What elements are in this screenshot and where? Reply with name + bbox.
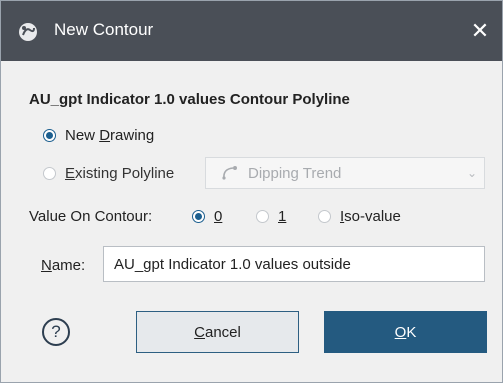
cancel-button[interactable]: Cancel [136, 311, 299, 353]
close-button[interactable]: ✕ [458, 1, 502, 61]
radio-label: 0 [214, 208, 223, 225]
help-icon: ? [51, 322, 61, 341]
radio-indicator[interactable] [318, 210, 331, 223]
radio-existing-polyline[interactable]: Existing Polyline [43, 165, 174, 182]
new-contour-dialog: New Contour ✕ AU_gpt Indicator 1.0 value… [0, 0, 503, 383]
radio-indicator-checked[interactable] [192, 210, 205, 223]
name-label: Name: [41, 257, 86, 274]
radio-new-drawing[interactable]: New Drawing [43, 127, 154, 144]
contour-app-icon [19, 23, 37, 41]
name-input[interactable] [103, 246, 485, 282]
title-bar[interactable]: New Contour ✕ [1, 1, 502, 61]
radio-label: Iso-value [340, 208, 401, 225]
radio-indicator[interactable] [43, 167, 56, 180]
radio-value-0[interactable]: 0 [192, 208, 222, 225]
radio-value-1[interactable]: 1 [256, 208, 286, 225]
radio-label: 1 [278, 208, 287, 225]
polyline-select[interactable]: Dipping Trend ⌄ [205, 157, 485, 189]
close-icon: ✕ [470, 18, 490, 43]
radio-indicator[interactable] [256, 210, 269, 223]
polyline-select-value: Dipping Trend [248, 164, 342, 182]
ok-label: OK [394, 323, 417, 341]
radio-iso-value[interactable]: Iso-value [318, 208, 401, 225]
chevron-down-icon: ⌄ [466, 166, 478, 180]
dialog-title: New Contour [54, 20, 154, 39]
cancel-label: Cancel [194, 323, 241, 341]
radio-label: New Drawing [65, 127, 155, 144]
ok-button[interactable]: OK [324, 311, 487, 353]
value-on-contour-label: Value On Contour: [29, 208, 153, 225]
radio-label: Existing Polyline [65, 165, 175, 182]
radio-indicator-checked[interactable] [43, 129, 56, 142]
help-button[interactable]: ? [42, 318, 70, 346]
dialog-heading: AU_gpt Indicator 1.0 values Contour Poly… [29, 91, 350, 108]
polyline-curve-icon [222, 166, 237, 180]
